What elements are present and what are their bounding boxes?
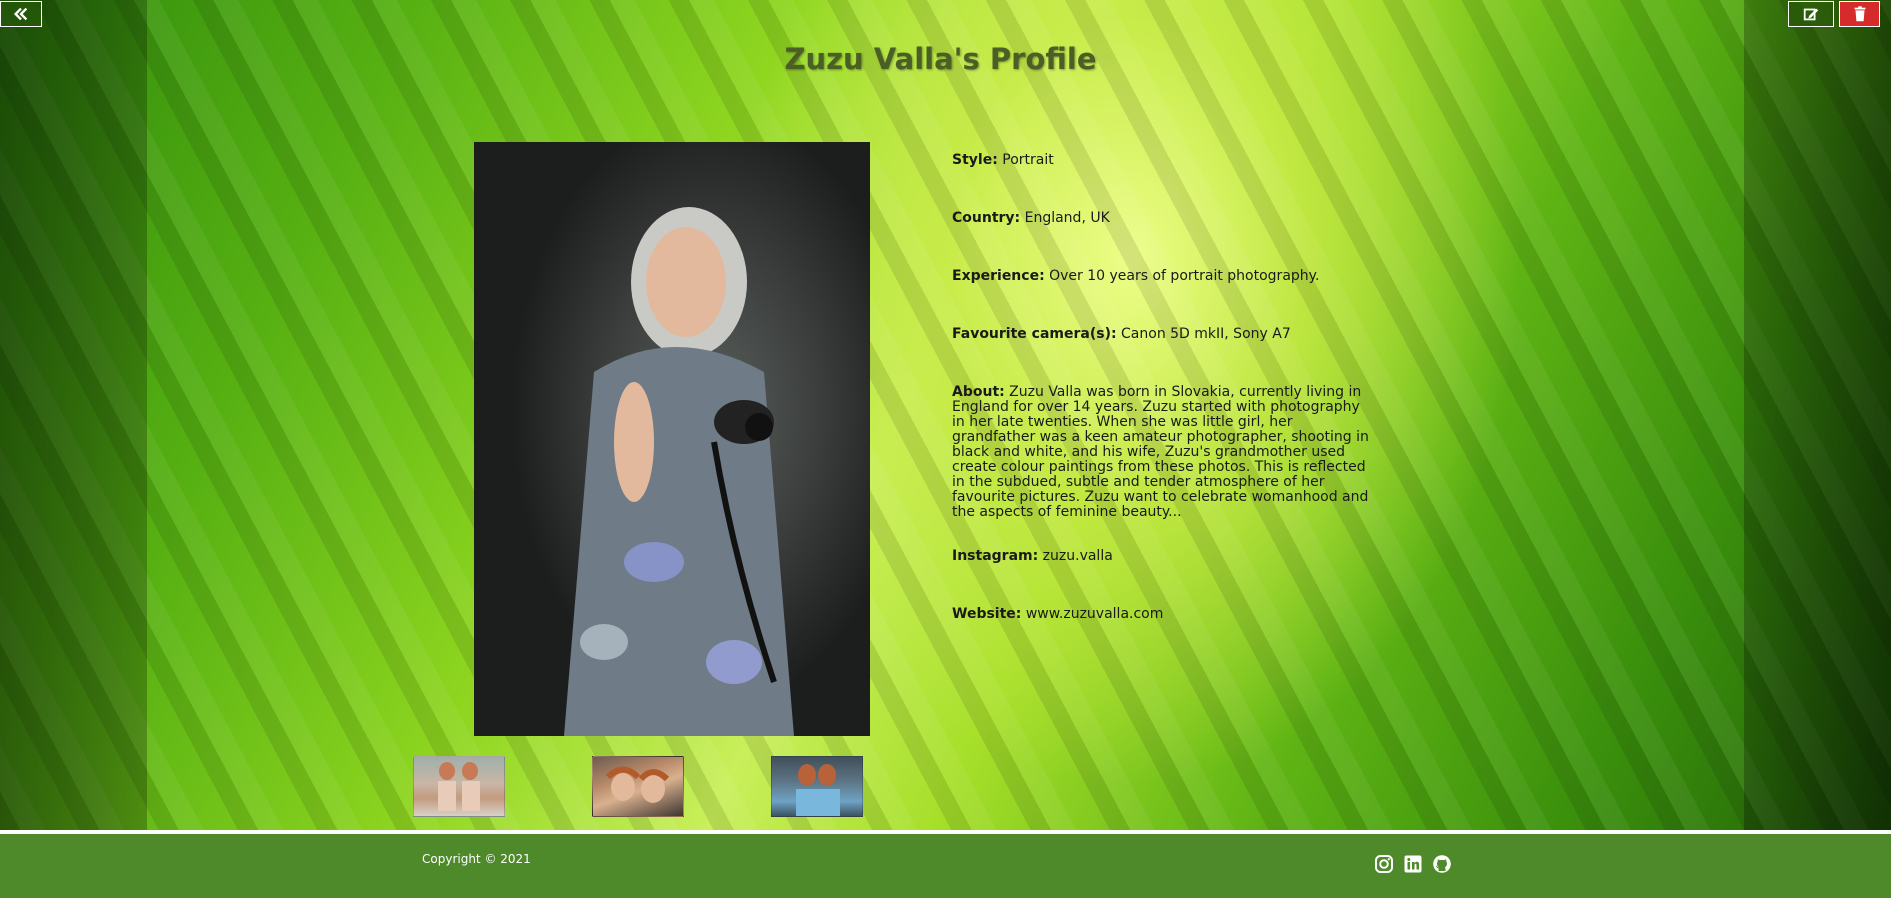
field-value: www.zuzuvalla.com bbox=[1021, 606, 1164, 622]
profile-photo bbox=[474, 142, 870, 736]
field-label: Style: bbox=[952, 152, 998, 168]
website-field: Website: www.zuzuvalla.com bbox=[952, 607, 1372, 622]
field-label: Country: bbox=[952, 210, 1021, 226]
edit-button[interactable] bbox=[1788, 1, 1834, 27]
social-links bbox=[1374, 854, 1452, 874]
github-icon[interactable] bbox=[1432, 854, 1452, 874]
copyright-text: Copyright © 2021 bbox=[422, 852, 531, 866]
field-label: Website: bbox=[952, 606, 1022, 622]
background-right-shade bbox=[1744, 0, 1891, 830]
gallery-thumbnail[interactable] bbox=[413, 756, 505, 817]
instagram-field: Instagram: zuzu.valla bbox=[952, 549, 1372, 564]
page-title: Zuzu Valla's Profile bbox=[784, 42, 1097, 76]
instagram-icon[interactable] bbox=[1374, 854, 1394, 874]
field-label: Favourite camera(s): bbox=[952, 326, 1117, 342]
gallery-thumbnail[interactable] bbox=[592, 756, 684, 817]
field-value: Over 10 years of portrait photography. bbox=[1044, 268, 1320, 284]
country-field: Country: England, UK bbox=[952, 211, 1372, 226]
about-field: About: Zuzu Valla was born in Slovakia, … bbox=[952, 385, 1372, 520]
back-button[interactable] bbox=[0, 1, 42, 27]
edit-icon bbox=[1803, 8, 1819, 21]
field-value: zuzu.valla bbox=[1038, 548, 1113, 564]
field-value: Canon 5D mkII, Sony A7 bbox=[1116, 326, 1291, 342]
style-field: Style: Portrait bbox=[952, 153, 1372, 168]
experience-field: Experience: Over 10 years of portrait ph… bbox=[952, 269, 1372, 284]
linkedin-icon[interactable] bbox=[1403, 854, 1423, 874]
field-label: Instagram: bbox=[952, 548, 1039, 564]
double-chevron-left-icon bbox=[13, 7, 28, 21]
field-value: England, UK bbox=[1020, 210, 1110, 226]
gallery-thumbnail[interactable] bbox=[771, 756, 863, 817]
field-label: About: bbox=[952, 384, 1005, 400]
field-value: Portrait bbox=[997, 152, 1054, 168]
background bbox=[0, 0, 1891, 830]
field-value: Zuzu Valla was born in Slovakia, current… bbox=[952, 384, 1369, 520]
trash-icon bbox=[1854, 6, 1865, 22]
camera-field: Favourite camera(s): Canon 5D mkII, Sony… bbox=[952, 327, 1372, 342]
delete-button[interactable] bbox=[1839, 1, 1880, 27]
background-left-shade bbox=[0, 0, 147, 830]
footer: Copyright © 2021 bbox=[0, 834, 1891, 898]
field-label: Experience: bbox=[952, 268, 1045, 284]
